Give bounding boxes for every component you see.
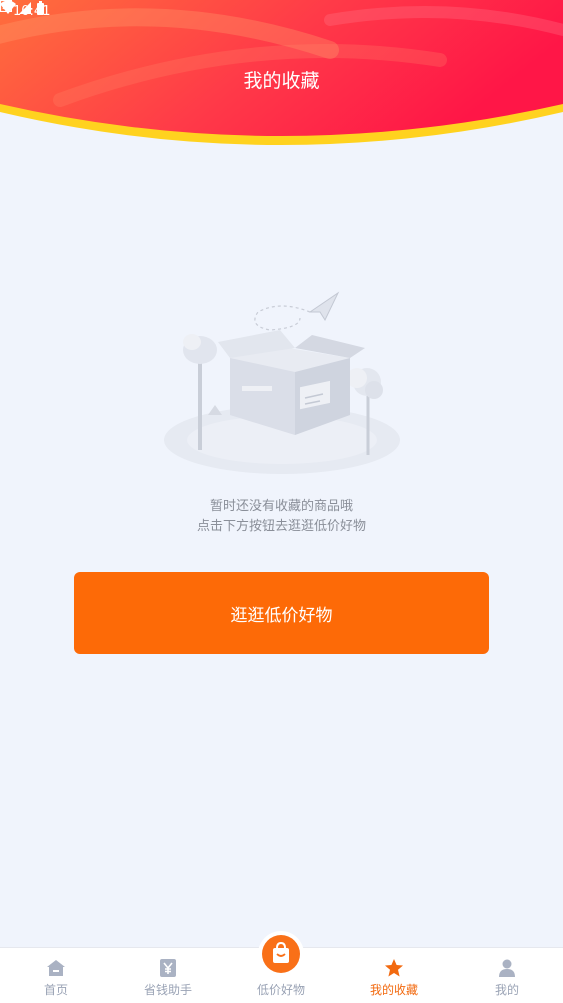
status-icons xyxy=(0,0,44,15)
browse-deals-button[interactable]: 逛逛低价好物 xyxy=(74,572,489,654)
tab-label-home: 首页 xyxy=(43,983,68,997)
user-icon xyxy=(499,959,515,977)
tab-label-low-price: 低价好物 xyxy=(256,983,305,997)
home-icon xyxy=(47,960,65,976)
tab-savings-helper[interactable]: 省钱助手 xyxy=(112,948,224,1003)
tab-label-favorites: 我的收藏 xyxy=(369,983,418,997)
tab-favorites[interactable]: 我的收藏 xyxy=(338,948,450,1003)
yuan-icon xyxy=(160,959,176,977)
status-bar: 10:41 xyxy=(0,0,563,24)
low-price-center-button[interactable] xyxy=(258,931,304,977)
tab-label-savings-helper: 省钱助手 xyxy=(143,983,192,997)
tab-profile[interactable]: 我的 xyxy=(451,948,563,1003)
page-title: 我的收藏 xyxy=(243,70,320,92)
wifi-icon xyxy=(0,0,16,14)
shopping-bag-icon xyxy=(273,941,289,963)
empty-message-line2: 点击下方按钮去逛逛低价好物 xyxy=(196,519,366,534)
tab-home[interactable]: 首页 xyxy=(0,948,112,1003)
battery-icon xyxy=(37,1,44,15)
empty-message-line1: 暂时还没有收藏的商品哦 xyxy=(209,499,353,514)
empty-box-illustration xyxy=(164,291,400,474)
signal-icon xyxy=(19,2,31,14)
header: 10:41 我的收藏 xyxy=(0,0,563,160)
star-icon xyxy=(385,959,403,977)
tab-label-profile: 我的 xyxy=(494,983,519,997)
